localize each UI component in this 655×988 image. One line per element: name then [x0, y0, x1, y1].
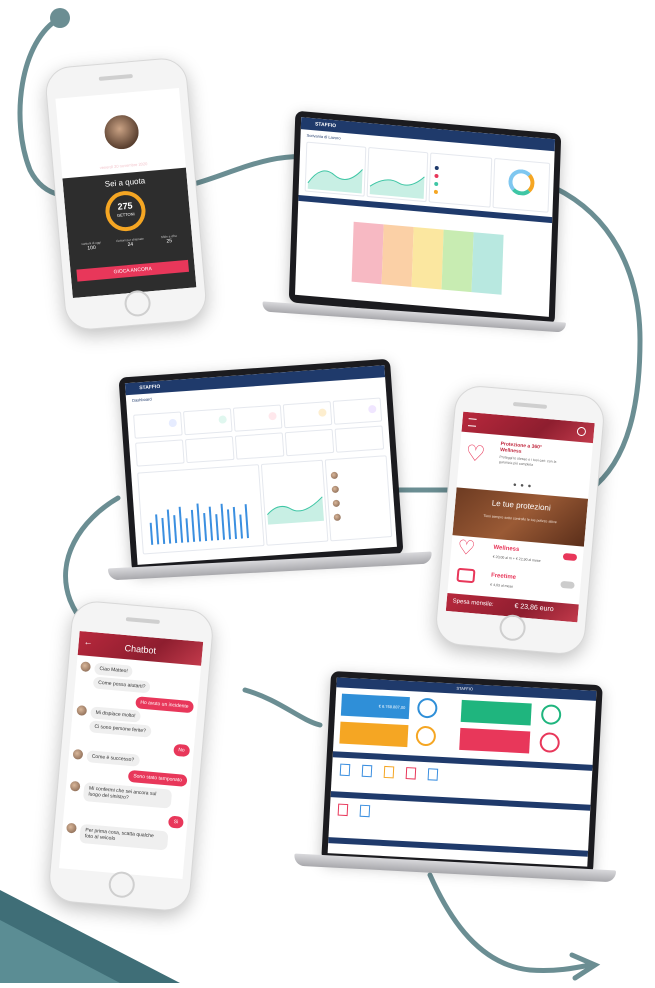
message: Mi confermi che sei ancora sul luogo del…	[82, 782, 173, 809]
people-card	[324, 455, 393, 542]
carousel-dots[interactable]: ● ● ●	[513, 482, 533, 490]
message: Come posso aiutarti?	[92, 676, 151, 694]
menu-icon[interactable]	[467, 418, 477, 427]
kpi-10	[334, 425, 385, 453]
phone-gettoni: Buongiorno Matteo! venerdì 20 novembre 2…	[43, 56, 209, 332]
section-bar-3	[328, 837, 589, 857]
freetime-toggle[interactable]	[560, 580, 575, 589]
kpi-7	[184, 435, 235, 464]
kpi-3	[232, 404, 283, 432]
chart-card-2	[366, 147, 429, 203]
message: Per prima cosa, scatta qualche foto al v…	[79, 823, 169, 850]
wellness-icon: ♡	[456, 536, 477, 561]
freetime-name: Freetime	[490, 572, 517, 581]
doc-icons-2	[337, 803, 578, 837]
color-table	[351, 221, 504, 295]
menu-icon[interactable]	[61, 103, 71, 113]
laptop-tiles-screen: STAFFIO € 6.768.887,00	[327, 677, 597, 867]
phone-protezioni: ♡ Protezione a 360° Wellness Proteggi te…	[433, 383, 607, 657]
kpi-2	[182, 407, 233, 436]
tile-ring-3	[415, 725, 437, 747]
phone-gettoni-screen: Buongiorno Matteo! venerdì 20 novembre 2…	[55, 87, 197, 299]
message: Ho avuto un incidente	[134, 696, 195, 714]
freetime-price: € 4,03 al mese	[490, 582, 514, 589]
kpi-8	[234, 432, 285, 460]
tile-ring-4	[539, 732, 561, 754]
tile-blue: € 6.768.887,00	[340, 693, 410, 720]
page-subtitle: Dashboard	[131, 396, 152, 403]
donut-card	[492, 158, 551, 213]
message: Ciao Matteo!	[93, 662, 134, 679]
tile-ring-2	[540, 704, 562, 726]
page-subtitle: Scrivania di Lavoro	[306, 132, 341, 141]
message: No	[172, 743, 191, 758]
wellness-price: € 20,00 al m + € 22,90 al mese	[492, 554, 541, 563]
kpi-1	[133, 411, 183, 439]
doc-icons-1	[339, 763, 580, 797]
laptop-scrivania-screen: STAFFIO Scrivania di Lavoro	[295, 117, 556, 317]
message: Come è successo?	[86, 750, 140, 767]
chart-card-1	[304, 141, 367, 197]
kpi-9	[284, 428, 335, 457]
search-icon[interactable]	[165, 92, 175, 102]
heart-icon: ♡	[464, 440, 487, 467]
kpi-6	[135, 439, 185, 467]
message: Sì	[168, 815, 184, 830]
tile-green	[460, 699, 532, 726]
list-card	[428, 152, 493, 208]
message: Sono stato tamponato	[127, 769, 188, 788]
tile-red	[459, 727, 531, 754]
tile-ring-1	[416, 697, 438, 719]
message: Ci sono persone ferite?	[88, 720, 152, 738]
bar-chart-card	[137, 464, 265, 555]
app-title: STAFFIO	[314, 121, 337, 130]
app-title: STAFFIO	[139, 383, 161, 392]
tile-orange	[339, 721, 409, 748]
wellness-name: Wellness	[493, 544, 520, 554]
area-chart-card	[260, 459, 329, 546]
phone-chatbot: ← Chatbot Ciao Matteo! Come posso aiutar…	[47, 599, 215, 913]
phone-protezioni-screen: ♡ Protezione a 360° Wellness Proteggi te…	[445, 411, 595, 623]
kpi-4	[282, 400, 333, 429]
avatar	[101, 111, 143, 153]
kpi-5	[332, 397, 383, 425]
app-title: STAFFIO	[456, 685, 474, 692]
laptop-dashboard-screen: STAFFIO Dashboard	[124, 365, 397, 565]
phone-chatbot-screen: ← Chatbot Ciao Matteo! Come posso aiutar…	[58, 631, 204, 879]
camera-icon	[456, 567, 476, 584]
wellness-toggle[interactable]	[562, 552, 578, 562]
